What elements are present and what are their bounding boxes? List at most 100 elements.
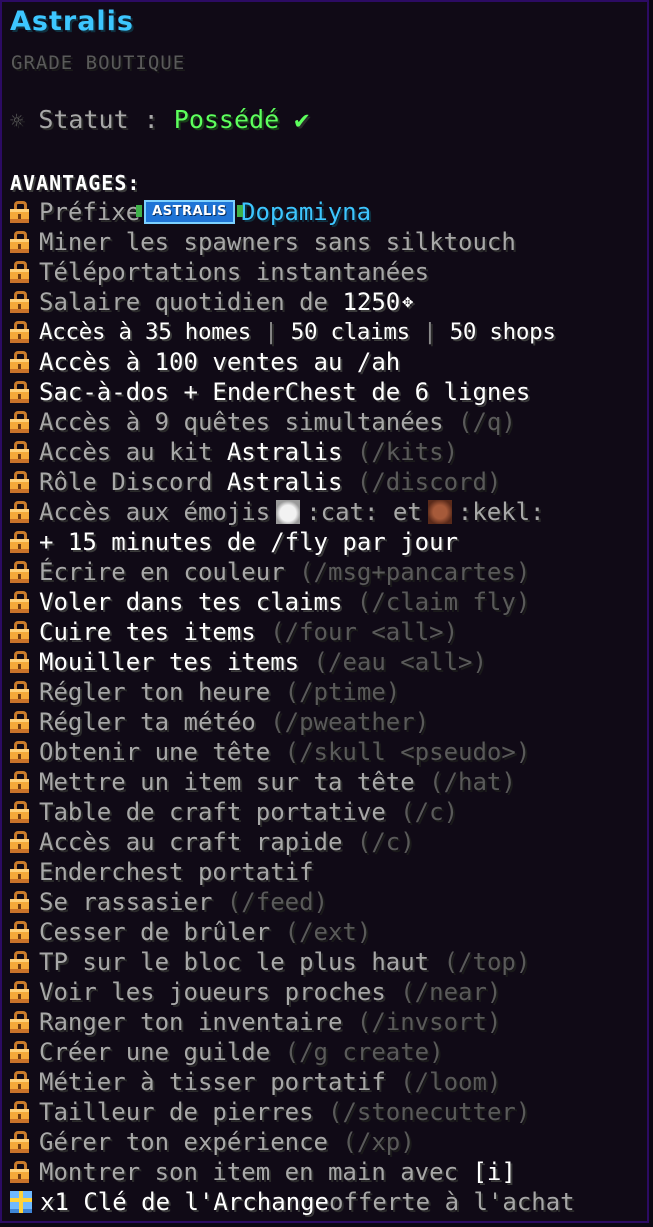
perk-emojis-label: Accès aux émojis	[39, 498, 271, 526]
perk-command: (/stonecutter)	[313, 1098, 531, 1126]
lock-icon	[10, 531, 29, 553]
lock-icon	[10, 201, 29, 223]
perk-command-item: Table de craft portative (/c)	[10, 797, 650, 827]
perk-rank: Astralis	[226, 468, 343, 496]
perk-command-item: Mettre un item sur ta tête (/hat)	[10, 767, 650, 797]
lock-icon	[10, 621, 29, 643]
perk-item: Rôle Discord Astralis (/discord)	[10, 467, 650, 497]
perk-command-item: Voler dans tes claims (/claim fly)	[10, 587, 650, 617]
lock-icon	[10, 231, 29, 253]
perk-command-item: Ranger ton inventaire (/invsort)	[10, 1007, 650, 1037]
lock-icon	[10, 441, 29, 463]
perk-item: Accès à 100 ventes au /ah	[10, 347, 650, 377]
perk-text: Accès à 9 quêtes simultanées	[39, 408, 444, 436]
lock-icon	[10, 291, 29, 313]
lock-icon	[10, 831, 29, 853]
perk-text: Sac-à-dos + EnderChest de 6 lignes	[39, 378, 531, 406]
perk-text: Écrire en couleur	[39, 558, 285, 586]
perk-command: (/ext)	[270, 918, 372, 946]
perk-text: Voir les joueurs proches	[39, 978, 386, 1006]
kekl-emoji-icon	[427, 500, 452, 524]
perk-claims: 50 claims	[290, 319, 411, 345]
perk-text: Tailleur de pierres	[39, 1098, 314, 1126]
kekl-emoji-code: :kekl:	[457, 498, 545, 526]
status-line: ☼ Statut : Possédé ✔	[10, 105, 309, 134]
lock-icon	[10, 261, 29, 283]
rank-subtitle: GRADE BOUTIQUE	[11, 52, 186, 74]
perk-item: Salaire quotidien de 1250 ✥	[10, 287, 650, 317]
lock-icon	[10, 1041, 29, 1063]
perk-command-item: Se rassasier (/feed)	[10, 887, 650, 917]
perk-command: (/hat)	[414, 768, 516, 796]
lock-icon	[10, 651, 29, 673]
status-value: Possédé	[173, 105, 280, 134]
reward-item: x1 Clé de l'Archange	[40, 1188, 329, 1216]
perk-emojis: Accès aux émojis :cat: et :kekl:	[10, 497, 650, 527]
perk-amount: 1250	[342, 288, 401, 316]
lock-icon	[10, 981, 29, 1003]
perk-command: (/eau <all>)	[299, 648, 487, 676]
lock-icon	[10, 1161, 29, 1183]
perk-text: Cuire tes items	[39, 618, 256, 646]
perk-command-item: Mouiller tes items (/eau <all>)	[10, 647, 650, 677]
perk-text: Miner les spawners sans silktouch	[39, 228, 516, 256]
lock-icon	[10, 951, 29, 973]
lock-icon	[10, 711, 29, 733]
perk-command-item: Gérer ton expérience (/xp)	[10, 1127, 650, 1157]
perk-text: Accès au craft rapide	[39, 828, 343, 856]
perk-command: (/feed)	[212, 888, 328, 916]
perk-text: Rôle Discord	[39, 468, 227, 496]
lock-icon	[10, 471, 29, 493]
perk-command-item: Cesser de brûler (/ext)	[10, 917, 650, 947]
perk-command-item: Écrire en couleur (/msg+pancartes)	[10, 557, 650, 587]
lock-icon	[10, 381, 29, 403]
lock-icon	[10, 321, 29, 343]
perk-command: (/c)	[342, 828, 415, 856]
emoji-and: et	[392, 498, 422, 526]
perk-command-item: Métier à tisser portatif (/loom)	[10, 1067, 650, 1097]
perk-command: (/invsort)	[342, 1008, 502, 1036]
lock-icon	[10, 771, 29, 793]
perks-heading: AVANTAGES:	[10, 171, 141, 195]
perk-text: Se rassasier	[39, 888, 213, 916]
lock-icon	[10, 501, 29, 523]
perk-item: Sac-à-dos + EnderChest de 6 lignes	[10, 377, 650, 407]
perk-text: Montrer son item en main avec	[39, 1158, 473, 1186]
perk-command-item: Voir les joueurs proches (/near)	[10, 977, 650, 1007]
perk-homes: Accès à 35 homes	[39, 319, 251, 345]
perks-list: Préfixe ASTRALIS Dopamiyna Miner les spa…	[10, 197, 650, 1217]
lock-icon	[10, 921, 29, 943]
perk-item: Miner les spawners sans silktouch	[10, 227, 650, 257]
perk-item: Accès à 9 quêtes simultanées (/q)	[10, 407, 650, 437]
perk-text: TP sur le bloc le plus haut	[39, 948, 430, 976]
perk-command: (/top)	[429, 948, 531, 976]
perk-separator: |	[250, 319, 291, 345]
perk-shops: 50 shops	[449, 319, 556, 345]
item-tooltip: Astralis GRADE BOUTIQUE ☼ Statut : Possé…	[0, 0, 649, 1223]
lock-icon	[10, 411, 29, 433]
reward-line: x1 Clé de l'Archange offerte à l'achat	[10, 1187, 650, 1217]
perk-command: (/ptime)	[270, 678, 401, 706]
perk-command: (/pweather)	[255, 708, 430, 736]
perk-command: (/skull <pseudo>)	[270, 738, 531, 766]
check-icon: ✔	[294, 105, 310, 134]
perk-text: Ranger ton inventaire	[39, 1008, 343, 1036]
perk-text: Régler ton heure	[39, 678, 271, 706]
perk-command-item: Créer une guilde (/g create)	[10, 1037, 650, 1067]
perk-command-item: Régler ta météo (/pweather)	[10, 707, 650, 737]
perk-command-item: TP sur le bloc le plus haut (/top)	[10, 947, 650, 977]
perk-prefix-label: Préfixe	[39, 198, 141, 226]
perk-command-item: Régler ton heure (/ptime)	[10, 677, 650, 707]
perk-text: Créer une guilde	[39, 1038, 271, 1066]
perk-command-item: Obtenir une tête (/skull <pseudo>)	[10, 737, 650, 767]
sun-icon: ☼	[10, 109, 24, 134]
perk-rank: Astralis	[226, 438, 343, 466]
perk-text: Accès à 100 ventes au /ah	[39, 348, 401, 376]
lock-icon	[10, 891, 29, 913]
lock-icon	[10, 591, 29, 613]
perk-command: (/msg+pancartes)	[284, 558, 531, 586]
perk-chat-tag: [i]	[472, 1158, 516, 1186]
lock-icon	[10, 681, 29, 703]
cat-emoji-icon	[276, 500, 301, 524]
perk-item: Téléportations instantanées	[10, 257, 650, 287]
